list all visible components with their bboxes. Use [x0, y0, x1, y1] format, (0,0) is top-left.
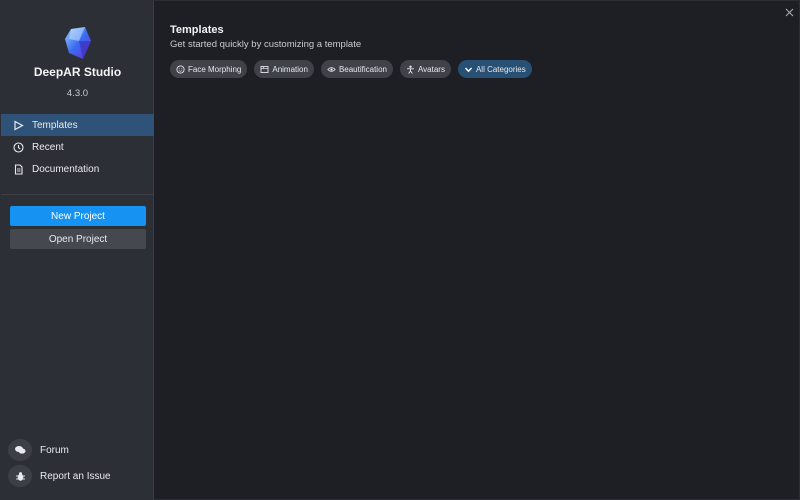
chip-label: Beautification	[338, 64, 387, 74]
person-icon	[406, 65, 415, 74]
deepar-logo-icon	[61, 25, 95, 61]
chip-face-morphing[interactable]: Face Morphing	[170, 60, 248, 78]
sidebar-divider	[1, 194, 154, 195]
page-title: Templates	[170, 24, 224, 36]
close-button[interactable]	[782, 6, 796, 20]
sidebar: DeepAR Studio 4.3.0 Templates Recent Doc…	[1, 1, 154, 500]
face-icon	[176, 64, 185, 74]
chip-label: All Categories	[475, 64, 526, 74]
page-subtitle: Get started quickly by customizing a tem…	[170, 39, 362, 50]
bug-icon	[8, 465, 32, 487]
chat-bubbles-icon	[8, 439, 32, 461]
film-icon	[260, 65, 269, 74]
eye-icon	[327, 65, 336, 74]
sidebar-item-label: Documentation	[32, 163, 100, 175]
sidebar-item-documentation[interactable]: Documentation	[1, 158, 154, 180]
sidebar-item-label: Templates	[32, 119, 78, 131]
chip-label: Avatars	[417, 64, 445, 74]
close-icon	[785, 4, 794, 22]
chip-all-categories[interactable]: All Categories	[457, 60, 532, 78]
forum-label: Forum	[40, 444, 69, 456]
sidebar-nav: Templates Recent Documentation	[1, 114, 154, 180]
report-issue-label: Report an Issue	[40, 470, 111, 482]
sidebar-item-label: Recent	[32, 141, 64, 153]
chevron-down-icon	[464, 65, 473, 74]
report-issue-link[interactable]: Report an Issue	[8, 465, 111, 487]
chip-animation[interactable]: Animation	[254, 60, 314, 78]
new-project-button[interactable]: New Project	[10, 206, 146, 226]
document-icon	[13, 163, 24, 175]
category-filter-bar: Face Morphing Animation Beautification A…	[170, 60, 532, 78]
chip-avatars[interactable]: Avatars	[399, 60, 451, 78]
chip-beautification[interactable]: Beautification	[320, 60, 393, 78]
clock-icon	[13, 141, 24, 153]
open-project-button[interactable]: Open Project	[10, 229, 146, 249]
chip-label: Animation	[272, 64, 308, 74]
play-triangle-icon	[13, 120, 24, 131]
chip-label: Face Morphing	[188, 64, 242, 74]
app-version: 4.3.0	[66, 88, 89, 99]
app-window: DeepAR Studio 4.3.0 Templates Recent Doc…	[0, 0, 800, 500]
sidebar-item-templates[interactable]: Templates	[1, 114, 154, 136]
sidebar-item-recent[interactable]: Recent	[1, 136, 154, 158]
forum-link[interactable]: Forum	[8, 439, 69, 461]
app-name: DeepAR Studio	[33, 65, 122, 79]
